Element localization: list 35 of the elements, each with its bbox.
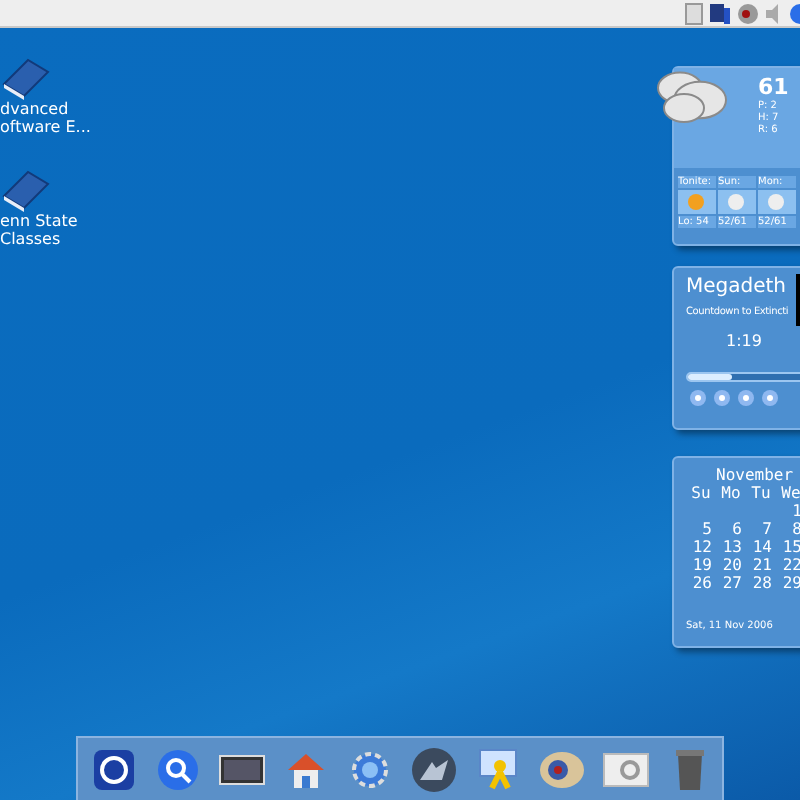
desktop-icon-label[interactable]: dvanced [0, 100, 69, 118]
book-icon [0, 168, 52, 212]
weather-icon [678, 190, 716, 214]
temperature: 61 [758, 76, 789, 100]
calendar-day[interactable]: 15 [776, 538, 800, 556]
calendar-day[interactable]: 20 [716, 556, 746, 574]
calendar-day[interactable]: 27 [716, 574, 746, 592]
artist-name: Megadeth [686, 276, 787, 300]
calendar-day[interactable]: 6 [716, 520, 746, 538]
elapsed-time: 1:19 [726, 332, 762, 352]
calendar-day[interactable]: 19 [686, 556, 716, 574]
weekday-label: We [779, 484, 800, 502]
weekday-label: Mo [719, 484, 743, 502]
desktop-icon-label[interactable]: oftware E... [0, 118, 91, 136]
calendar-day[interactable]: 13 [716, 538, 746, 556]
calendar-day[interactable]: 5 [686, 520, 716, 538]
weekday-label: Su [689, 484, 713, 502]
disc-icon [736, 1, 760, 25]
calendar-day[interactable]: 12 [686, 538, 716, 556]
desktop-icon-label[interactable]: enn State [0, 212, 78, 230]
weather-icon [718, 190, 756, 214]
book-icon [0, 56, 52, 100]
calendar-day[interactable]: 28 [746, 574, 776, 592]
weekday-label: Tu [749, 484, 773, 502]
calendar-day[interactable]: 21 [746, 556, 776, 574]
calendar-day[interactable]: 7 [746, 520, 776, 538]
progress-track[interactable] [686, 372, 800, 382]
calendar-month: November [716, 466, 796, 484]
desktop-icon-label[interactable]: Classes [0, 230, 61, 248]
calendar-day[interactable]: 26 [686, 574, 716, 592]
weather-icon [758, 190, 796, 214]
speaker-icon [764, 1, 784, 25]
calendar-day[interactable]: 14 [746, 538, 776, 556]
calendar-day[interactable]: 22 [776, 556, 800, 574]
search-icon[interactable] [152, 744, 204, 796]
